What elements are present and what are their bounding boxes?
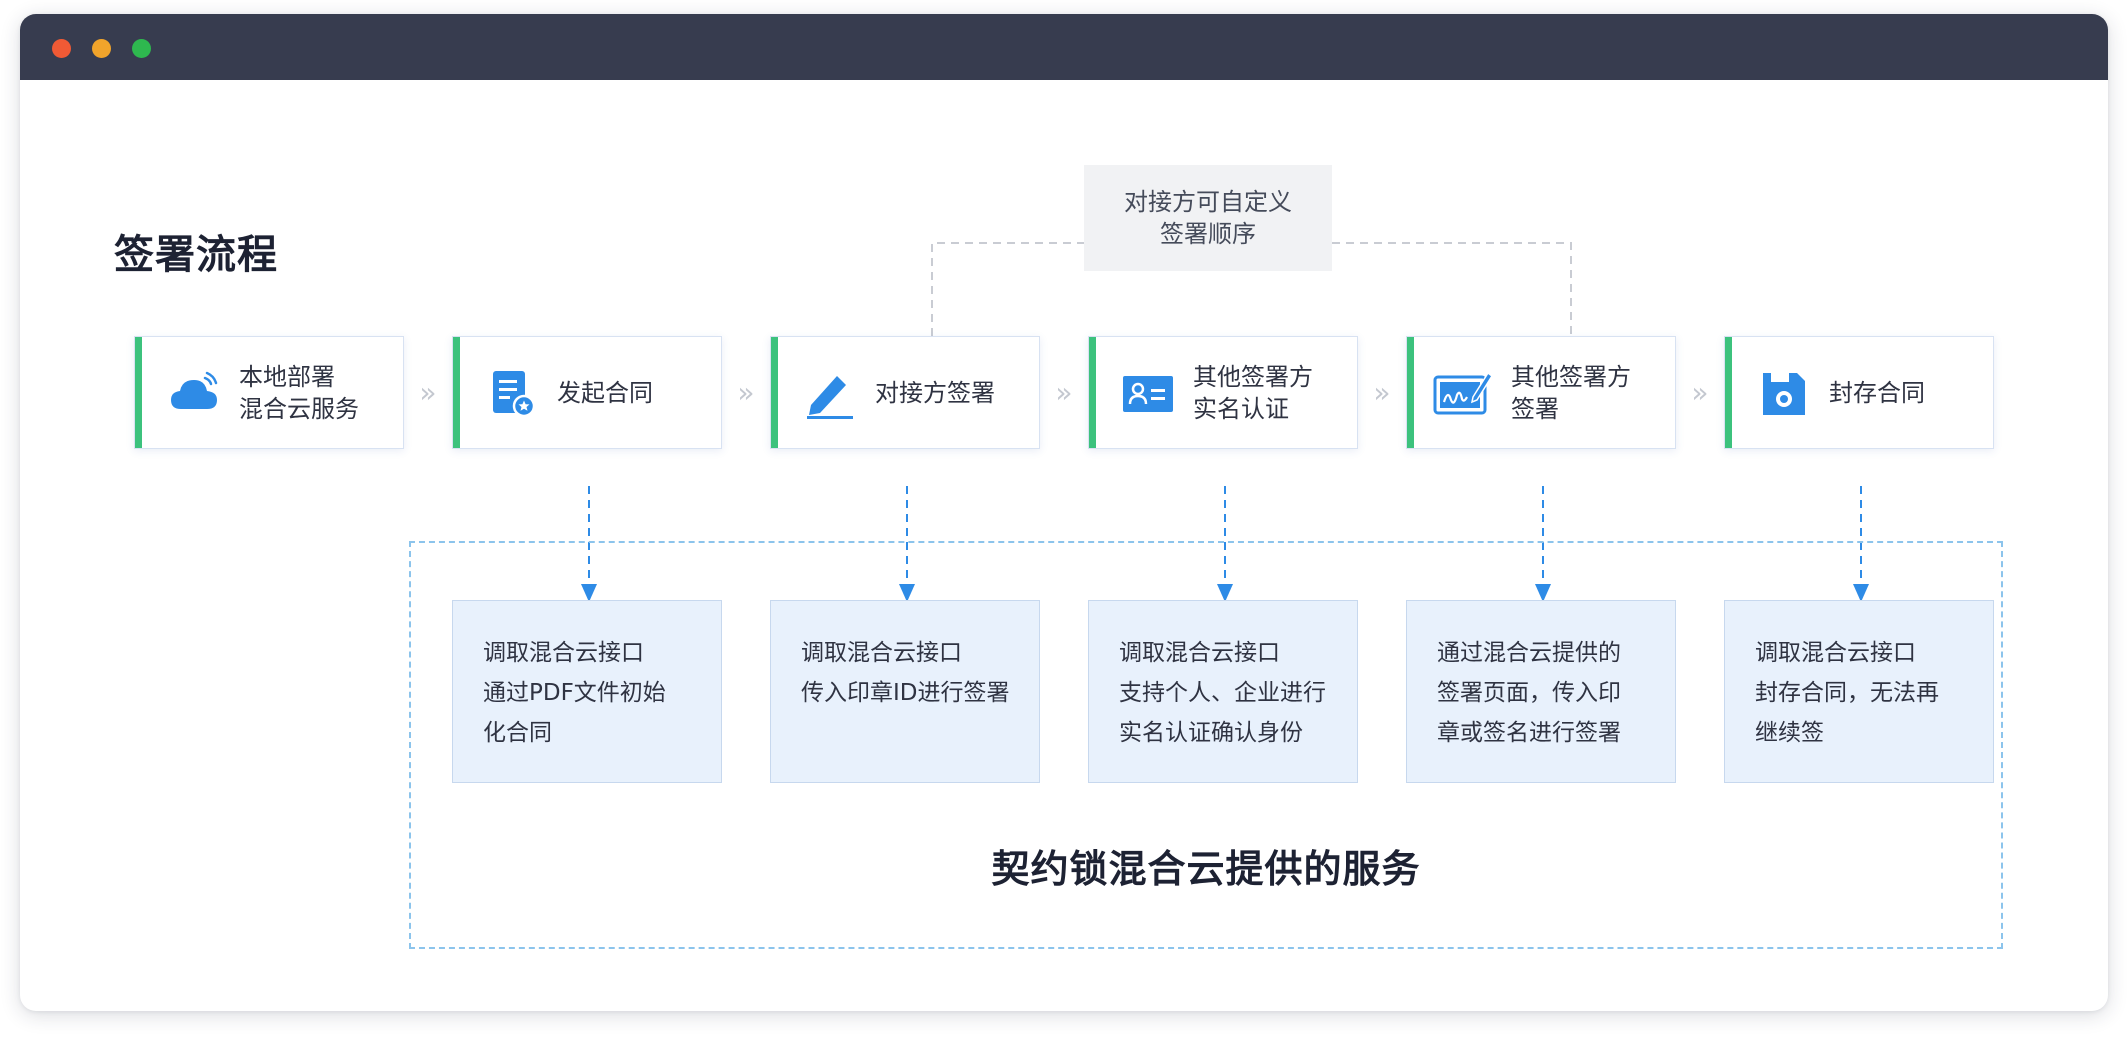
cloud-icon <box>167 367 221 421</box>
step-accent-bar <box>771 337 778 448</box>
step-label: 发起合同 <box>557 378 653 407</box>
step-local-deploy: 本地部署 混合云服务 <box>134 336 404 449</box>
step-real-name-auth: 其他签署方 实名认证 <box>1088 336 1358 449</box>
sequence-note-line-1: 对接方可自定义 <box>1124 188 1292 216</box>
archive-icon <box>1757 367 1811 421</box>
step-accent-bar <box>1407 337 1414 448</box>
step-party-sign: 对接方签署 <box>770 336 1040 449</box>
chevron-right-icon: » <box>1055 376 1073 409</box>
step-accent-bar <box>1089 337 1096 448</box>
id-card-icon <box>1121 367 1175 421</box>
step-label: 对接方签署 <box>875 378 995 407</box>
desc-party-sign: 调取混合云接口 传入印章ID进行签署 <box>770 600 1040 783</box>
desc-archive-contract: 调取混合云接口 封存合同，无法再 继续签 <box>1724 600 1994 783</box>
sequence-note: 对接方可自定义 签署顺序 <box>1084 165 1332 271</box>
step-other-party-sign: 其他签署方 签署 <box>1406 336 1676 449</box>
tablet-signature-icon <box>1433 367 1494 421</box>
service-title: 契约锁混合云提供的服务 <box>991 847 1421 891</box>
document-icon <box>485 367 539 421</box>
step-label: 其他签署方 签署 <box>1511 362 1631 423</box>
desc-other-party-sign: 通过混合云提供的 签署页面，传入印 章或签名进行签署 <box>1406 600 1676 783</box>
chevron-right-icon: » <box>737 376 755 409</box>
chevron-right-icon: » <box>1373 376 1391 409</box>
step-initiate-contract: 发起合同 <box>452 336 722 449</box>
chevron-right-icon: » <box>1691 376 1709 409</box>
pen-icon <box>803 367 857 421</box>
note-connector-right <box>1332 242 1572 336</box>
step-accent-bar <box>453 337 460 448</box>
desc-initiate-contract: 调取混合云接口 通过PDF文件初始 化合同 <box>452 600 722 783</box>
sequence-note-line-2: 签署顺序 <box>1160 220 1256 248</box>
chevron-right-icon: » <box>419 376 437 409</box>
step-label: 封存合同 <box>1829 378 1925 407</box>
desc-real-name-auth: 调取混合云接口 支持个人、企业进行 实名认证确认身份 <box>1088 600 1358 783</box>
step-accent-bar <box>1725 337 1732 448</box>
step-label: 其他签署方 实名认证 <box>1193 362 1313 423</box>
note-connector-left <box>931 242 1084 336</box>
step-label: 本地部署 混合云服务 <box>239 362 359 423</box>
step-accent-bar <box>135 337 142 448</box>
step-archive-contract: 封存合同 <box>1724 336 1994 449</box>
